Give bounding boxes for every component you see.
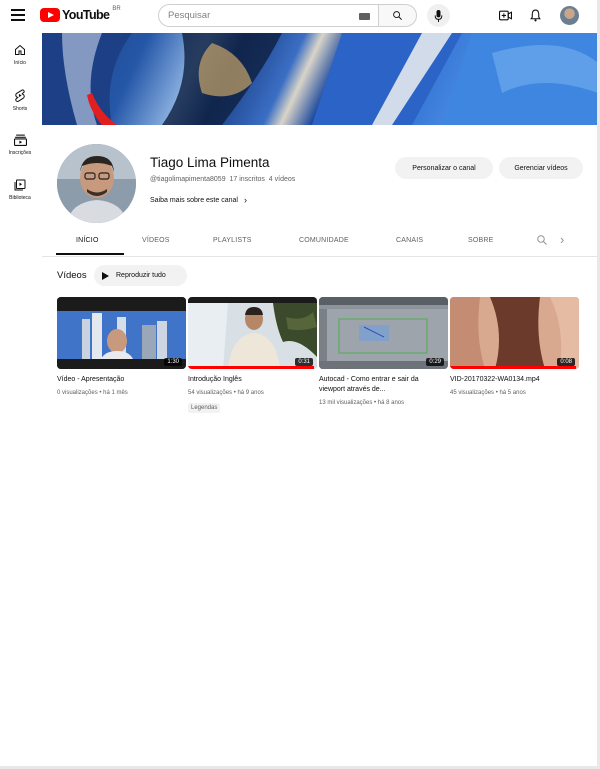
active-tab-indicator [56, 253, 124, 255]
channel-videos-count: 4 vídeos [268, 176, 296, 183]
channel-avatar[interactable] [57, 144, 136, 223]
channel-name: Tiago Lima Pimenta [150, 155, 270, 170]
create-button[interactable] [497, 7, 513, 23]
video-card[interactable]: 1:30 Vídeo - Apresentação 0 visualizaçõe… [57, 297, 186, 396]
subscriptions-icon [13, 134, 27, 146]
video-card[interactable]: 0:29 Autocad - Como entrar e sair da vie… [319, 297, 448, 406]
rail-item-subscriptions[interactable]: Inscrições [0, 122, 40, 167]
avatar[interactable] [560, 6, 579, 25]
customize-channel-button[interactable]: Personalizar o canal [395, 157, 493, 179]
tab-about[interactable]: SOBRE [468, 237, 494, 244]
video-thumbnail[interactable]: 0:29 [319, 297, 448, 369]
notifications-button[interactable] [527, 7, 543, 23]
rail-item-home[interactable]: Início [0, 32, 40, 77]
search-icon[interactable] [536, 234, 548, 246]
tab-community[interactable]: COMUNIDADE [299, 237, 349, 244]
search-icon [393, 11, 402, 20]
chevron-right-icon[interactable]: › [560, 232, 564, 247]
video-duration: 0:31 [295, 358, 313, 366]
rail-item-label: Início [14, 60, 26, 66]
channel-more-label: Saiba mais sobre este canal [150, 196, 238, 204]
menu-icon[interactable] [11, 9, 25, 21]
top-bar: YouTube BR [0, 0, 600, 32]
video-meta: 13 mil visualizações • há 8 anos [319, 400, 405, 406]
library-icon [14, 179, 26, 191]
shorts-icon [15, 89, 25, 102]
search-input[interactable] [168, 10, 348, 21]
rail-item-label: Shorts [12, 106, 28, 112]
channel-avatar-photo [57, 144, 136, 223]
video-meta: 45 visualizações • há 5 anos [450, 390, 526, 396]
video-title[interactable]: VID-20170322-WA0134.mp4 [450, 375, 577, 385]
video-meta: 0 visualizações • há 1 mês [57, 390, 128, 396]
channel-handle: @tiagolimapimenta8059 [150, 176, 226, 183]
video-thumbnail[interactable]: 0:31 [188, 297, 317, 369]
bell-icon [529, 9, 541, 21]
logo-country: BR [112, 6, 121, 12]
video-thumbnail[interactable]: 1:30 [57, 297, 186, 369]
video-title[interactable]: Autocad - Como entrar e sair da viewport… [319, 375, 446, 395]
play-all-label: Reproduzir tudo [116, 272, 166, 279]
video-duration: 1:30 [164, 358, 182, 366]
tab-home[interactable]: INÍCIO [76, 237, 99, 244]
create-icon [498, 10, 512, 20]
youtube-play-icon [40, 8, 60, 22]
rail-item-label: Biblioteca [9, 195, 31, 201]
chevron-right-icon: › [243, 195, 247, 205]
channel-tabs: INÍCIO VÍDEOS PLAYLISTS COMUNIDADE CANAI… [42, 226, 598, 257]
video-duration: 0:08 [557, 358, 575, 366]
mic-icon [434, 9, 443, 22]
section-title: Vídeos [57, 270, 87, 281]
rail-item-label: Inscrições [8, 150, 32, 156]
watch-progress-bar [188, 366, 315, 369]
channel-banner [42, 33, 598, 125]
search-button[interactable] [378, 4, 417, 27]
captions-badge: Legendas [188, 403, 221, 413]
keyboard-icon[interactable] [359, 13, 370, 20]
video-card[interactable]: 0:08 VID-20170322-WA0134.mp4 45 visualiz… [450, 297, 579, 396]
video-duration: 0:29 [426, 358, 444, 366]
play-all-button[interactable]: Reproduzir tudo [94, 265, 187, 286]
tab-videos[interactable]: VÍDEOS [142, 237, 170, 244]
video-meta: 54 visualizações • há 9 anos [188, 390, 264, 396]
video-card[interactable]: 0:31 Introdução Inglês 54 visualizações … [188, 297, 317, 414]
video-thumbnail[interactable]: 0:08 [450, 297, 579, 369]
search-box[interactable] [158, 4, 378, 27]
banner-art [42, 33, 598, 125]
video-title[interactable]: Vídeo - Apresentação [57, 375, 184, 385]
video-title[interactable]: Introdução Inglês [188, 375, 315, 385]
channel-subscribers: 17 inscritos [229, 176, 265, 183]
left-rail: Início Shorts Inscrições Biblioteca [0, 32, 40, 212]
tab-channels[interactable]: CANAIS [396, 237, 423, 244]
rail-item-library[interactable]: Biblioteca [0, 167, 40, 212]
logo-text: YouTube [62, 8, 110, 22]
watch-progress-bar [450, 366, 577, 369]
channel-more-link[interactable]: Saiba mais sobre este canal › [150, 195, 247, 205]
youtube-logo[interactable]: YouTube BR [40, 6, 121, 22]
tab-playlists[interactable]: PLAYLISTS [213, 237, 252, 244]
rail-item-shorts[interactable]: Shorts [0, 77, 40, 122]
search-bar [158, 4, 417, 27]
home-icon [15, 44, 25, 55]
manage-videos-button[interactable]: Gerenciar vídeos [499, 157, 583, 179]
play-icon [102, 271, 109, 280]
voice-search-button[interactable] [427, 4, 450, 27]
channel-meta: @tiagolimapimenta8059 17 inscritos 4 víd… [150, 176, 295, 183]
